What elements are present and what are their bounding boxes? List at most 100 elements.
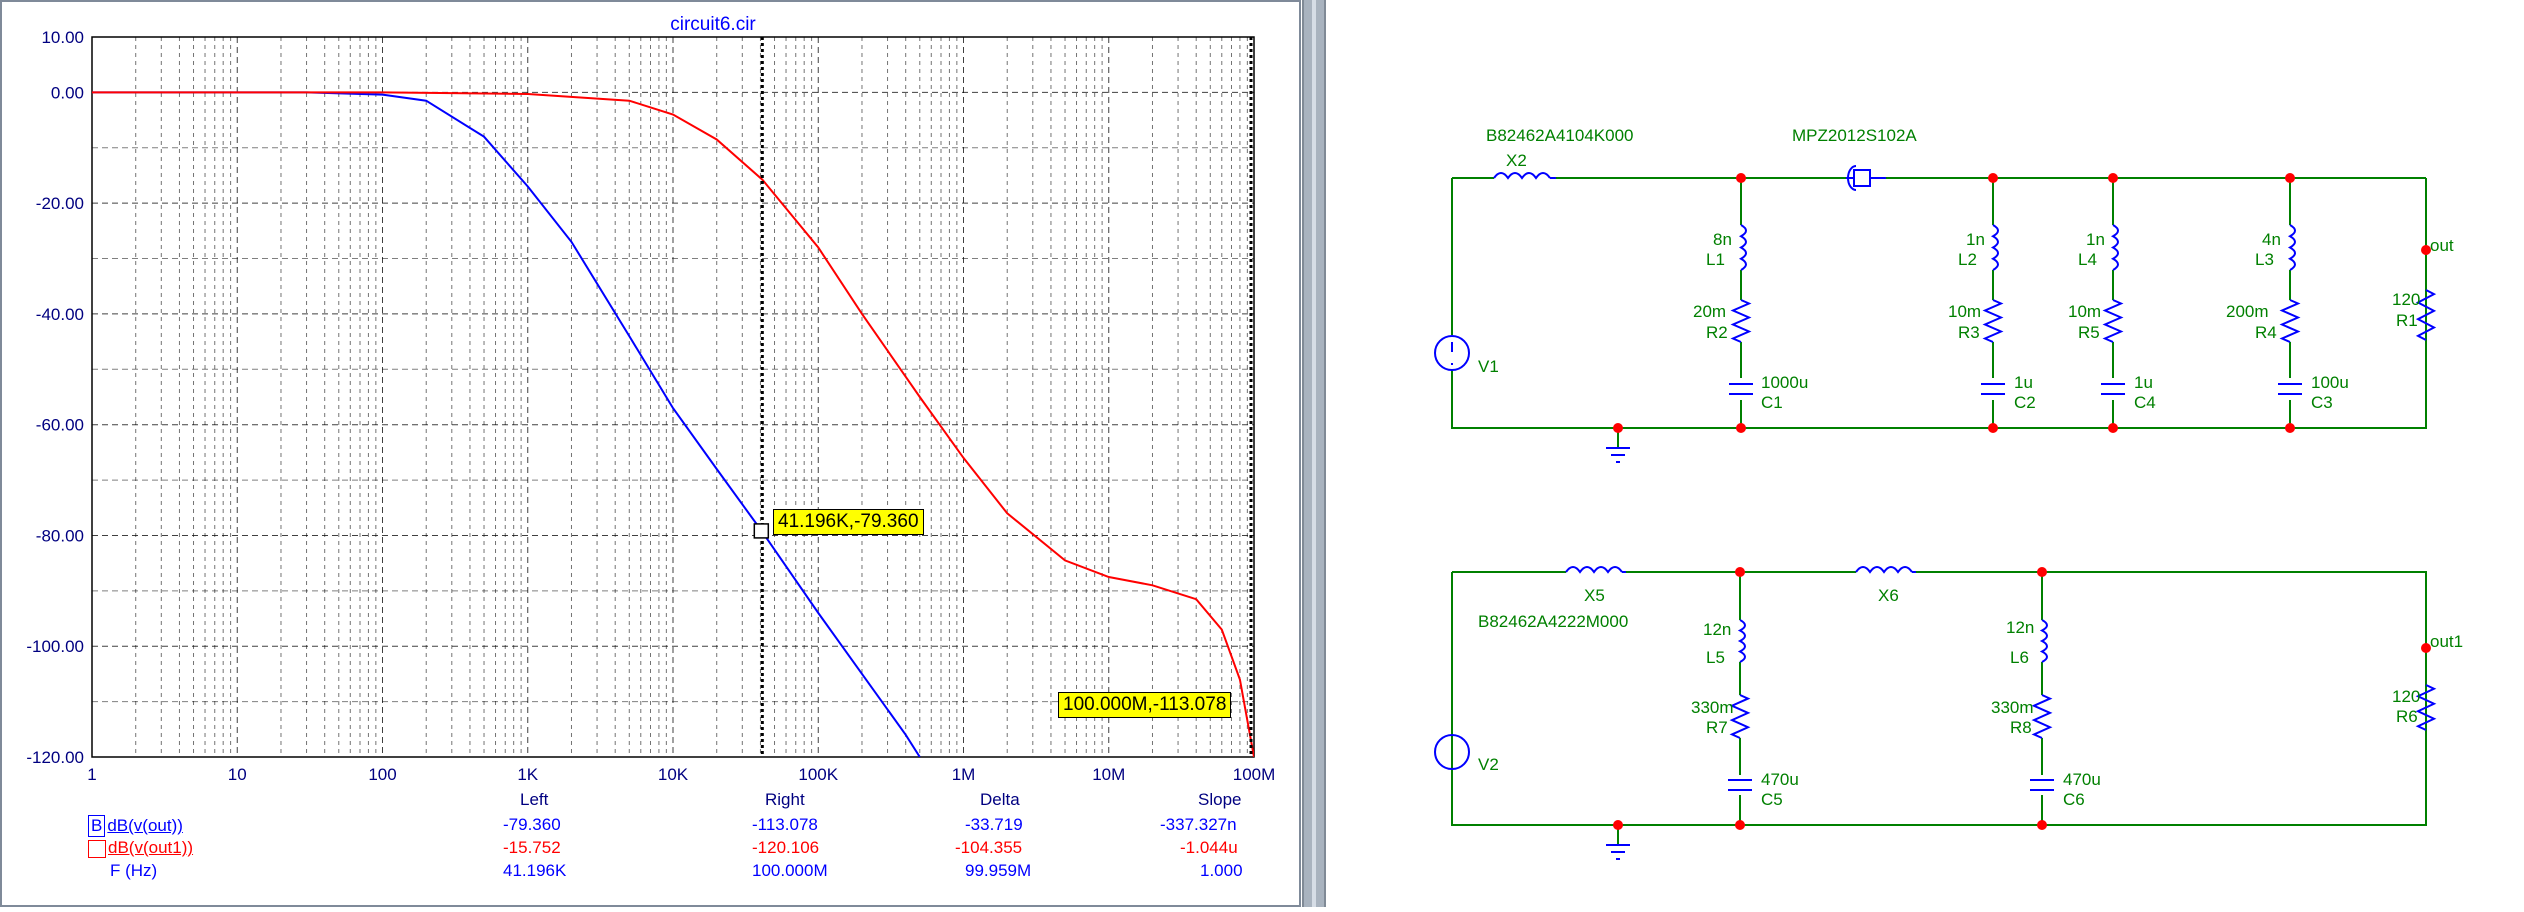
header-right: Right — [765, 790, 805, 809]
out-left-value: -79.360 — [503, 815, 561, 834]
c1-label: C1 — [1761, 393, 1783, 412]
x-tick-label: 1K — [517, 765, 538, 784]
r5-value: 10m — [2068, 302, 2102, 321]
c6-value: 470u — [2063, 770, 2101, 789]
r6-value: 120 — [2392, 687, 2421, 706]
legend-row-out[interactable]: BdB(v(out)) — [88, 815, 183, 837]
l4-value: 1n — [2086, 230, 2105, 249]
out-delta-value: -33.719 — [965, 815, 1023, 834]
r2-value: 20m — [1693, 302, 1727, 321]
r8-value: 330m — [1991, 698, 2034, 717]
c3-value: 100u — [2311, 373, 2349, 392]
schematic-pane[interactable]: B82462A4104K000 X2 MPZ2012S102A V1 8n L1… — [1326, 0, 2524, 907]
out1-left-value: -15.752 — [503, 838, 561, 857]
y-tick-label: 0.00 — [51, 83, 84, 102]
node-out1: out1 — [2430, 632, 2464, 651]
label-x6: X6 — [1878, 586, 1899, 605]
l1-label: L1 — [1706, 250, 1725, 269]
r2-label: R2 — [1706, 323, 1728, 342]
out-right-value: -113.078 — [752, 815, 818, 834]
y-tick-label: -40.00 — [36, 305, 84, 324]
freq-slope-value: 1.000 — [1200, 861, 1243, 880]
legend-row-out1[interactable]: dB(v(out1)) — [88, 838, 193, 858]
out1-slope-value: -1.044u — [1180, 838, 1238, 857]
c2-label: C2 — [2014, 393, 2036, 412]
l6-label: L6 — [2010, 648, 2029, 667]
c5-label: C5 — [1761, 790, 1783, 809]
r6-label: R6 — [2396, 707, 2418, 726]
out1-delta-value: -104.355 — [955, 838, 1023, 857]
x-tick-label: 1 — [87, 765, 96, 784]
node-out: out — [2430, 236, 2454, 255]
r3-label: R3 — [1958, 323, 1980, 342]
c4-label: C4 — [2134, 393, 2156, 412]
label-x5: X5 — [1584, 586, 1605, 605]
x-tick-label: 100 — [368, 765, 396, 784]
freq-delta-value: 99.959M — [965, 861, 1032, 880]
l2-value: 1n — [1966, 230, 1985, 249]
cursor-readout-table: Left Right Delta Slope BdB(v(out)) -79.3… — [0, 788, 1302, 907]
part-x2: B82462A4104K000 — [1486, 126, 1634, 145]
x-tick-label: 10K — [658, 765, 689, 784]
out1-right-value: -120.106 — [752, 838, 820, 857]
label-v1: V1 — [1478, 357, 1499, 376]
schematic-labels: B82462A4104K000 X2 MPZ2012S102A V1 8n L1… — [1326, 0, 2524, 907]
l4-label: L4 — [2078, 250, 2097, 269]
x-tick-label: 1M — [952, 765, 976, 784]
part-x5: B82462A4222M000 — [1478, 612, 1629, 631]
y-tick-label: -20.00 — [36, 194, 84, 213]
r1-label: R1 — [2396, 311, 2418, 330]
l6-value: 12n — [2006, 618, 2035, 637]
right-cursor-readout: 100.000M,-113.078 — [1058, 692, 1232, 718]
label-x2: X2 — [1506, 151, 1527, 170]
legend-marker-out1[interactable] — [88, 839, 106, 858]
r4-label: R4 — [2255, 323, 2277, 342]
r7-label: R7 — [1706, 718, 1728, 737]
l5-value: 12n — [1703, 620, 1732, 639]
c5-value: 470u — [1761, 770, 1799, 789]
x-tick-label: 100M — [1233, 765, 1276, 784]
l5-label: L5 — [1706, 648, 1725, 667]
l1-value: 8n — [1713, 230, 1732, 249]
c1-value: 1000u — [1761, 373, 1809, 392]
part-bead: MPZ2012S102A — [1792, 126, 1917, 145]
l3-label: L3 — [2255, 250, 2274, 269]
left-cursor-readout: 41.196K,-79.360 — [773, 509, 924, 535]
l3-value: 4n — [2262, 230, 2281, 249]
y-tick-label: -100.00 — [26, 637, 84, 656]
header-slope: Slope — [1198, 790, 1242, 809]
out-slope-value: -337.327n — [1160, 815, 1237, 834]
left-cursor-marker[interactable] — [753, 523, 770, 539]
r8-label: R8 — [2010, 718, 2032, 737]
plot-pane[interactable]: circuit6.cir 10.00 0.00 -20.00 -40.00 -60.00 -… — [0, 0, 1302, 907]
r4-value: 200m — [2226, 302, 2269, 321]
c4-value: 1u — [2134, 373, 2153, 392]
header-delta: Delta — [980, 790, 1020, 809]
freq-right-value: 100.000M — [752, 861, 828, 880]
c6-label: C6 — [2063, 790, 2085, 809]
x-tick-label: 10M — [1092, 765, 1125, 784]
y-tick-label: 10.00 — [41, 28, 84, 47]
y-tick-label: -120.00 — [26, 748, 84, 767]
c3-label: C3 — [2311, 393, 2333, 412]
header-left: Left — [520, 790, 549, 809]
label-v2: V2 — [1478, 755, 1499, 774]
splitter-grip[interactable] — [1312, 0, 1316, 907]
pane-splitter[interactable] — [1302, 0, 1326, 907]
l2-label: L2 — [1958, 250, 1977, 269]
chart-title: circuit6.cir — [670, 14, 756, 35]
legend-label-out1[interactable]: dB(v(out1)) — [108, 838, 193, 857]
r3-value: 10m — [1948, 302, 1982, 321]
y-tick-label: -60.00 — [36, 416, 84, 435]
freq-row-label: F (Hz) — [110, 861, 158, 880]
legend-label-out[interactable]: dB(v(out)) — [107, 816, 183, 835]
bode-plot[interactable]: circuit6.cir 10.00 0.00 -20.00 -40.00 -60.00 -… — [0, 0, 1302, 907]
y-tick-label: -80.00 — [36, 526, 84, 545]
legend-marker-out[interactable]: B — [88, 815, 106, 837]
freq-left-value: 41.196K — [503, 861, 567, 880]
c2-value: 1u — [2014, 373, 2033, 392]
r7-value: 330m — [1691, 698, 1734, 717]
r5-label: R5 — [2078, 323, 2100, 342]
x-tick-label: 10 — [228, 765, 247, 784]
x-tick-label: 100K — [798, 765, 838, 784]
